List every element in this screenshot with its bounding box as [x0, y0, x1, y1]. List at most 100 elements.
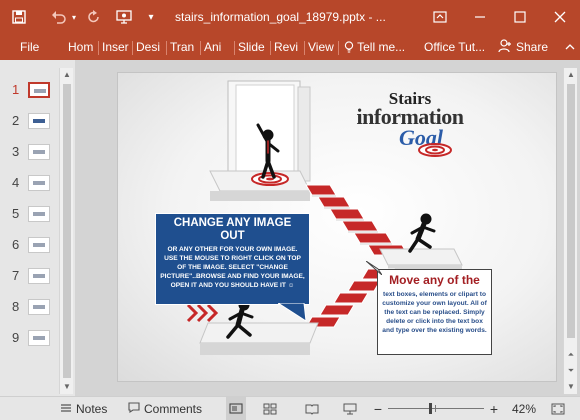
slide-thumbnail[interactable]: 9	[6, 328, 58, 350]
tab-review[interactable]: Revi	[274, 34, 302, 60]
undo-icon[interactable]	[48, 0, 70, 34]
comments-button[interactable]: Comments	[128, 397, 202, 420]
slide-thumbnail-image	[28, 113, 50, 129]
scroll-down-icon[interactable]: ▼	[60, 380, 74, 394]
textbox-body: OR ANY OTHER FOR YOUR OWN IMAGE. USE THE…	[160, 246, 305, 289]
window-title: stairs_information_goal_18979.pptx - ...	[175, 10, 386, 24]
scrollbar-thumb[interactable]	[63, 84, 71, 378]
slide-thumbnail[interactable]: 3	[6, 142, 58, 164]
slide-number: 8	[12, 299, 20, 314]
slide-thumbnail[interactable]: 1	[6, 80, 58, 102]
textbox-body: text boxes, elements or clipart to custo…	[382, 291, 487, 334]
scrollbar-thumb[interactable]	[567, 84, 575, 338]
slide-number: 1	[12, 82, 20, 97]
zoom-slider[interactable]	[388, 408, 484, 409]
share-person-icon	[498, 38, 512, 56]
slide-thumbnail[interactable]: 7	[6, 266, 58, 288]
slide-number: 2	[12, 113, 20, 128]
status-bar: Notes Comments − + 42%	[0, 396, 580, 420]
previous-slide-icon[interactable]: ⏶	[564, 348, 578, 362]
slide-thumbnail-image	[28, 237, 50, 253]
tab-transitions[interactable]: Tran	[170, 34, 198, 60]
slide-number: 6	[12, 237, 20, 252]
slide-thumbnail[interactable]: 5	[6, 204, 58, 226]
lightbulb-icon	[344, 40, 357, 54]
chevron-up-icon[interactable]	[562, 36, 578, 58]
present-from-start-icon[interactable]	[114, 0, 134, 34]
slide-thumbnail[interactable]: 6	[6, 235, 58, 257]
zoom-in-icon[interactable]: +	[488, 397, 500, 420]
tell-me-box[interactable]: Tell me...	[344, 34, 416, 60]
notes-icon	[60, 402, 72, 416]
office-tut-account[interactable]: Office Tut...	[424, 34, 488, 60]
move-elements-textbox[interactable]: Move any of the text boxes, elements or …	[377, 269, 492, 355]
tab-view[interactable]: View	[308, 34, 336, 60]
comments-label: Comments	[144, 401, 203, 416]
slide-number: 7	[12, 268, 20, 283]
slide-thumbnail[interactable]: 8	[6, 297, 58, 319]
slideshow-icon[interactable]	[340, 397, 360, 420]
slide-scrollbar[interactable]: ▲ ⏶ ⏷ ▼	[563, 68, 577, 394]
title-bar: ▾ ▾ stairs_information_goal_18979.pptx -…	[0, 0, 580, 34]
zoom-slider-midpoint	[435, 405, 436, 412]
tab-animations[interactable]: Ani	[204, 34, 232, 60]
stairs-information-goal-logo: Stairs information Goal	[350, 90, 470, 157]
customize-qat-icon[interactable]: ▾	[144, 0, 158, 34]
zoom-out-icon[interactable]: −	[372, 397, 384, 420]
fit-to-window-icon[interactable]	[548, 397, 568, 420]
redo-icon[interactable]	[84, 0, 104, 34]
share-label: Share	[516, 40, 549, 54]
callout-pointer	[366, 261, 382, 275]
callout-pointer	[278, 303, 307, 322]
slide-canvas[interactable]: Stairs information Goal CHANGE ANY IMAGE…	[117, 72, 557, 382]
tab-separator	[98, 41, 99, 55]
reading-view-icon[interactable]	[302, 397, 322, 420]
share-button[interactable]: Share	[494, 36, 552, 58]
ribbon-tabs: File Hom Inser Desi Tran Ani Slide Revi …	[0, 34, 580, 60]
scroll-down-icon[interactable]: ▼	[564, 380, 578, 394]
textbox-heading: CHANGE ANY IMAGE OUT	[173, 217, 292, 242]
tab-separator	[338, 41, 339, 55]
tab-separator	[270, 41, 271, 55]
thumbnail-scrollbar[interactable]: ▲ ▼	[59, 68, 73, 394]
change-image-textbox[interactable]: CHANGE ANY IMAGE OUT OR ANY OTHER FOR YO…	[155, 213, 310, 305]
ribbon-display-options-icon[interactable]	[420, 0, 460, 34]
textbox-heading: Move any of the	[389, 273, 480, 287]
tab-slideshow[interactable]: Slide	[238, 34, 268, 60]
next-slide-icon[interactable]: ⏷	[564, 364, 578, 378]
slide-thumbnail-image	[28, 299, 50, 315]
slide-number: 3	[12, 144, 20, 159]
tab-design[interactable]: Desi	[136, 34, 164, 60]
tab-separator	[304, 41, 305, 55]
tab-separator	[234, 41, 235, 55]
tab-file[interactable]: File	[20, 34, 44, 60]
zoom-slider-handle[interactable]	[429, 403, 432, 414]
tab-insert[interactable]: Inser	[102, 34, 130, 60]
slide-number: 5	[12, 206, 20, 221]
slide-thumbnail-image	[28, 175, 50, 191]
restore-icon[interactable]	[500, 0, 540, 34]
comments-icon	[128, 401, 140, 416]
slide-thumbnail[interactable]: 4	[6, 173, 58, 195]
slide-number: 4	[12, 175, 20, 190]
undo-dropdown-icon[interactable]: ▾	[70, 0, 78, 34]
zoom-level[interactable]: 42%	[512, 397, 536, 420]
target-icon	[418, 143, 452, 157]
tab-separator	[166, 41, 167, 55]
tab-home[interactable]: Hom	[68, 34, 96, 60]
minimize-icon[interactable]	[460, 0, 500, 34]
slide-thumbnail[interactable]: 2	[6, 111, 58, 133]
slide-number: 9	[12, 330, 20, 345]
normal-view-icon[interactable]	[226, 397, 246, 420]
slide-sorter-icon[interactable]	[260, 397, 280, 420]
tab-separator	[200, 41, 201, 55]
slide-thumbnail-image	[28, 330, 50, 346]
scroll-up-icon[interactable]: ▲	[564, 68, 578, 82]
notes-label: Notes	[76, 401, 108, 416]
scroll-up-icon[interactable]: ▲	[60, 68, 74, 82]
notes-button[interactable]: Notes	[60, 397, 107, 420]
logo-line-2: information	[356, 104, 464, 129]
close-icon[interactable]	[540, 0, 580, 34]
slide-thumbnail-image	[28, 144, 50, 160]
save-icon[interactable]	[8, 0, 30, 34]
